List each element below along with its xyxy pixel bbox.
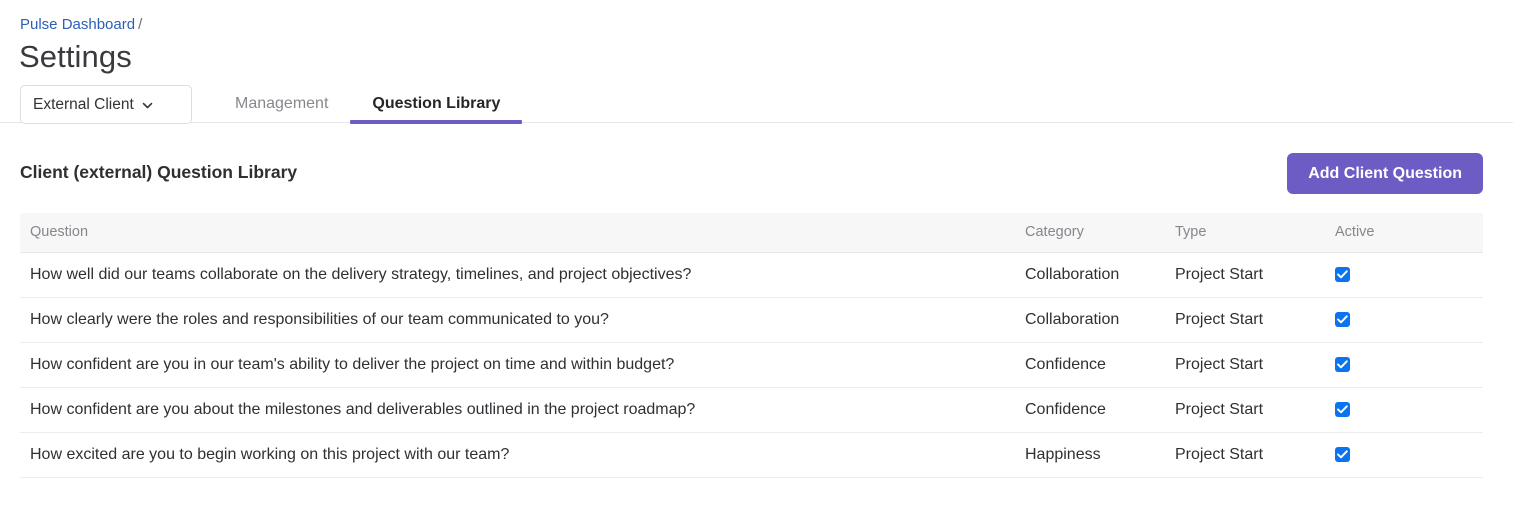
table-header: Question Category Type Active (20, 213, 1483, 253)
cell-active (1325, 252, 1483, 298)
table-row: How clearly were the roles and responsib… (20, 297, 1483, 343)
table-header-row: Question Category Type Active (20, 213, 1483, 253)
cell-type: Project Start (1165, 297, 1325, 343)
check-icon (1337, 405, 1348, 414)
section-title: Client (external) Question Library (20, 162, 298, 182)
active-checkbox[interactable] (1335, 356, 1350, 372)
cell-question: How excited are you to begin working on … (20, 432, 1015, 478)
breadcrumb-link-pulse-dashboard[interactable]: Pulse Dashboard (20, 16, 135, 33)
check-icon (1337, 450, 1348, 459)
breadcrumb-separator: / (138, 16, 143, 33)
cell-category: Collaboration (1015, 297, 1165, 343)
column-header-question: Question (20, 213, 1015, 253)
active-checkbox[interactable] (1335, 446, 1350, 462)
chevron-down-icon (141, 99, 154, 112)
tab-management[interactable]: Management (213, 84, 350, 123)
tab-question-library[interactable]: Question Library (350, 84, 523, 124)
tabs: Management Question Library (213, 84, 523, 124)
tab-bar: External Client Management Question Libr… (0, 84, 1513, 124)
cell-category: Happiness (1015, 432, 1165, 478)
page-title: Settings (19, 39, 132, 74)
check-icon (1337, 360, 1348, 369)
cell-question: How clearly were the roles and responsib… (20, 297, 1015, 343)
cell-question: How confident are you in our team's abil… (20, 342, 1015, 388)
cell-type: Project Start (1165, 387, 1325, 433)
table-body: How well did our teams collaborate on th… (20, 252, 1483, 478)
cell-question: How well did our teams collaborate on th… (20, 252, 1015, 298)
column-header-category: Category (1015, 213, 1165, 253)
cell-category: Confidence (1015, 387, 1165, 433)
column-header-active: Active (1325, 213, 1483, 253)
settings-page: Pulse Dashboard / Settings External Clien… (0, 0, 1513, 510)
active-checkbox[interactable] (1335, 401, 1350, 417)
cell-type: Project Start (1165, 342, 1325, 388)
table-row: How confident are you in our team's abil… (20, 342, 1483, 388)
check-icon (1337, 315, 1348, 324)
question-library-table: Question Category Type Active How well d… (20, 213, 1483, 478)
cell-type: Project Start (1165, 252, 1325, 298)
cell-category: Collaboration (1015, 252, 1165, 298)
active-checkbox[interactable] (1335, 266, 1350, 282)
add-client-question-button[interactable]: Add Client Question (1287, 153, 1483, 194)
table-row: How well did our teams collaborate on th… (20, 252, 1483, 298)
column-header-type: Type (1165, 213, 1325, 253)
cell-question: How confident are you about the mileston… (20, 387, 1015, 433)
table-row: How excited are you to begin working on … (20, 432, 1483, 478)
active-checkbox[interactable] (1335, 311, 1350, 327)
check-icon (1337, 270, 1348, 279)
cell-type: Project Start (1165, 432, 1325, 478)
scope-select[interactable]: External Client (20, 85, 192, 124)
scope-select-value: External Client (33, 95, 134, 113)
cell-category: Confidence (1015, 342, 1165, 388)
cell-active (1325, 387, 1483, 433)
cell-active (1325, 297, 1483, 343)
cell-active (1325, 432, 1483, 478)
cell-active (1325, 342, 1483, 388)
table-row: How confident are you about the mileston… (20, 387, 1483, 433)
breadcrumb: Pulse Dashboard / (20, 14, 142, 36)
